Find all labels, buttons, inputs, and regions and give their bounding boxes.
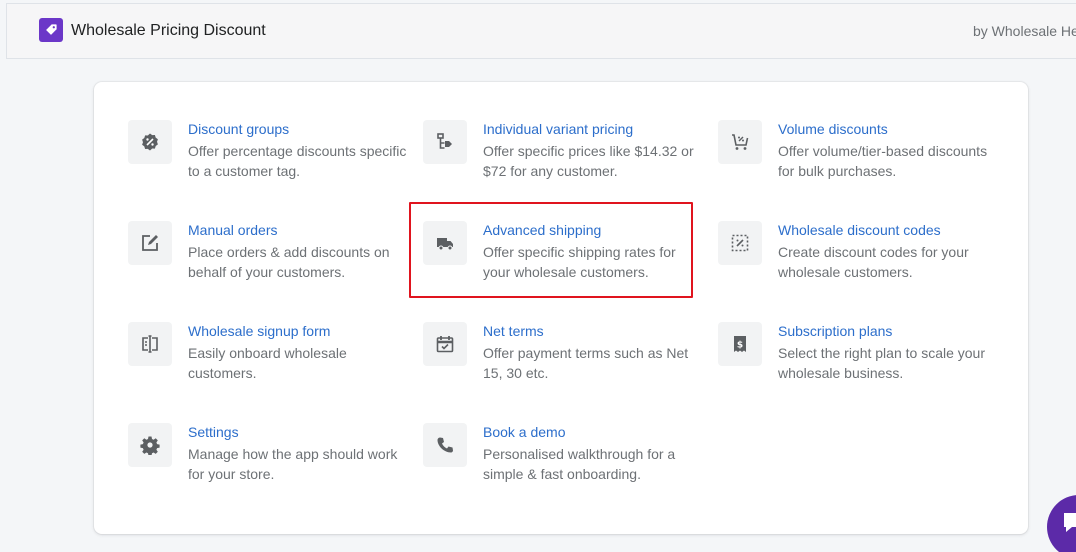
cart-discount-icon xyxy=(718,120,762,164)
edit-icon xyxy=(128,221,172,265)
feature-title[interactable]: Settings xyxy=(188,423,239,441)
feature-description: Easily onboard wholesale customers. xyxy=(188,345,347,381)
percent-badge-icon xyxy=(128,120,172,164)
feature-title[interactable]: Volume discounts xyxy=(778,120,888,138)
variant-tag-icon xyxy=(423,120,467,164)
feature-description: Offer volume/tier-based discounts for bu… xyxy=(778,143,988,179)
feature-description: Place orders & add discounts on behalf o… xyxy=(188,244,390,280)
feature-title[interactable]: Wholesale signup form xyxy=(188,322,330,340)
highlight-box xyxy=(409,202,693,298)
feature-description: Create discount codes for your wholesale… xyxy=(778,244,969,280)
feature-discount-groups[interactable]: Discount groups Offer percentage discoun… xyxy=(128,120,408,200)
feature-wholesale-discount-codes[interactable]: Wholesale discount codes Create discount… xyxy=(718,221,998,301)
feature-title[interactable]: Wholesale discount codes xyxy=(778,221,941,239)
discount-code-icon xyxy=(718,221,762,265)
tag-icon xyxy=(46,24,57,35)
app-title: Wholesale Pricing Discount xyxy=(71,22,266,39)
feature-title[interactable]: Discount groups xyxy=(188,120,289,138)
app-header: Wholesale Pricing Discount by Wholesale … xyxy=(6,3,1076,59)
feature-individual-variant-pricing[interactable]: Individual variant pricing Offer specifi… xyxy=(423,120,703,200)
feature-volume-discounts[interactable]: Volume discounts Offer volume/tier-based… xyxy=(718,120,998,200)
feature-title[interactable]: Book a demo xyxy=(483,423,566,441)
calendar-icon xyxy=(423,322,467,366)
feature-subscription-plans[interactable]: $ Subscription plans Select the right pl… xyxy=(718,322,998,402)
features-card: Discount groups Offer percentage discoun… xyxy=(94,82,1028,534)
feature-title[interactable]: Manual orders xyxy=(188,221,278,239)
feature-title[interactable]: Net terms xyxy=(483,322,544,340)
svg-text:$: $ xyxy=(737,341,743,351)
phone-icon xyxy=(423,423,467,467)
feature-description: Select the right plan to scale your whol… xyxy=(778,345,986,381)
feature-net-terms[interactable]: Net terms Offer payment terms such as Ne… xyxy=(423,322,703,402)
feature-title[interactable]: Individual variant pricing xyxy=(483,120,633,138)
feature-wholesale-signup-form[interactable]: Wholesale signup form Easily onboard who… xyxy=(128,322,408,402)
feature-description: Offer percentage discounts specific to a… xyxy=(188,143,407,179)
feature-manual-orders[interactable]: Manual orders Place orders & add discoun… xyxy=(128,221,408,301)
app-byline[interactable]: by Wholesale He xyxy=(973,23,1076,39)
chat-icon xyxy=(1064,513,1076,532)
feature-description: Personalised walkthrough for a simple & … xyxy=(483,446,676,482)
feature-settings[interactable]: Settings Manage how the app should work … xyxy=(128,423,408,503)
feature-description: Offer specific prices like $14.32 or $72… xyxy=(483,143,694,179)
gear-icon xyxy=(128,423,172,467)
app-logo xyxy=(39,18,63,42)
receipt-icon: $ xyxy=(718,322,762,366)
form-icon xyxy=(128,322,172,366)
feature-description: Manage how the app should work for your … xyxy=(188,446,398,482)
feature-description: Offer payment terms such as Net 15, 30 e… xyxy=(483,345,689,381)
feature-title[interactable]: Subscription plans xyxy=(778,322,892,340)
chat-widget-button[interactable] xyxy=(1047,495,1076,552)
feature-book-a-demo[interactable]: Book a demo Personalised walkthrough for… xyxy=(423,423,703,503)
